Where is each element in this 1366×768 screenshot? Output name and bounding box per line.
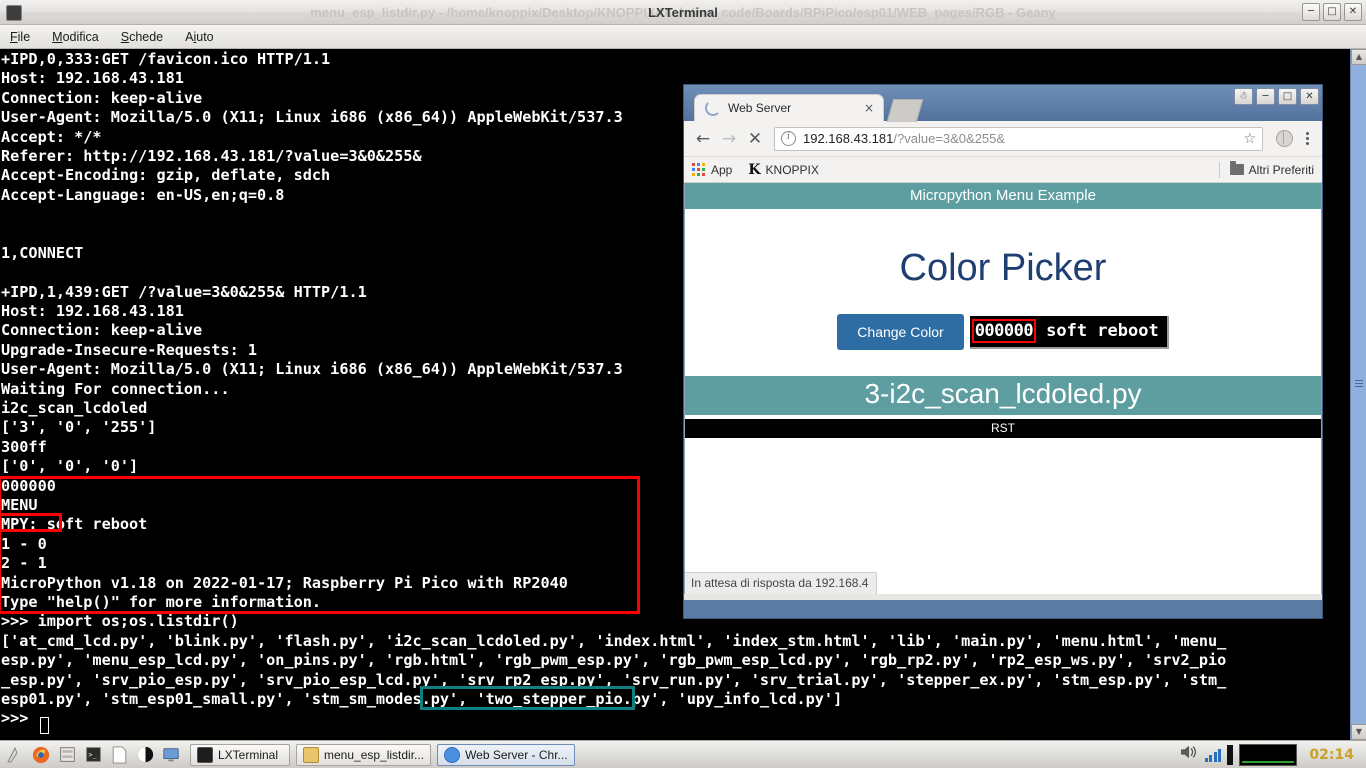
editor-icon[interactable] <box>106 743 132 767</box>
maximize-icon[interactable]: □ <box>1278 88 1297 105</box>
tray-separator <box>1227 744 1234 765</box>
menu-item-file[interactable]: File <box>10 30 30 44</box>
browser-tab[interactable]: Web Server × <box>694 94 884 121</box>
change-color-button[interactable]: Change Color <box>837 314 964 350</box>
tab-close-icon[interactable]: × <box>861 101 877 115</box>
close-icon[interactable]: ✕ <box>1344 3 1362 21</box>
chrome-menu-icon[interactable] <box>1300 132 1314 145</box>
bookmarks-right-group: Altri Preferiti <box>1218 161 1314 178</box>
terminal-cursor <box>40 717 49 734</box>
terminal-icon <box>197 746 213 763</box>
chrome-browser-window: Web Server × ☃ ─ □ ✕ ← → ✕ i 192.168.43.… <box>683 84 1323 619</box>
page-rst-bar: RST <box>685 419 1321 438</box>
bookmark-apps[interactable]: App <box>692 163 732 177</box>
knoppix-logo-icon: K <box>748 161 761 178</box>
unknown-app-icon[interactable] <box>132 743 158 767</box>
cpu-graph-icon[interactable] <box>1239 743 1298 766</box>
page-heading: Color Picker <box>899 247 1107 289</box>
menu-item-aiuto[interactable]: Aiuto <box>185 30 214 44</box>
terminal-line: esp01.py', 'stm_esp01_small.py', 'stm_sm… <box>1 689 843 708</box>
page-controls-row: Change Color 000000 soft reboot <box>685 314 1321 350</box>
terminal-menubar: File Modifica Schede Aiuto <box>0 25 1366 49</box>
taskbar-window-label: LXTerminal <box>218 747 279 762</box>
scrollbar-grip <box>1355 380 1363 387</box>
terminal-line: _esp.py', 'srv_pio_esp.py', 'srv_pio_esp… <box>1 670 1227 689</box>
bookmark-knoppix-label: KNOPPIX <box>765 162 819 177</box>
taskbar-window-label: Web Server - Chr... <box>465 747 568 762</box>
terminal-paste-overlay: 000000 soft reboot <box>969 315 1169 349</box>
page-info-icon[interactable]: i <box>781 131 796 146</box>
terminal-window-title: LXTerminal <box>648 5 718 20</box>
show-desktop-icon[interactable] <box>2 743 28 767</box>
maximize-icon[interactable]: □ <box>1323 3 1341 21</box>
taskbar-window-chrome[interactable]: Web Server - Chr... <box>437 743 575 766</box>
extension-globe-icon[interactable] <box>1276 130 1293 147</box>
overlay-text: soft reboot <box>1046 320 1159 341</box>
clock[interactable]: 02:14 <box>1303 747 1360 763</box>
page-viewport: Micropython Menu Example Color Picker Ch… <box>684 183 1322 594</box>
terminal-line: +IPD,0,333:GET /favicon.ico HTTP/1.1 <box>1 50 331 68</box>
terminal-titlebar: menu_esp_listdir.py - /home/knoppix/Desk… <box>0 0 1366 25</box>
bookmark-star-icon[interactable]: ☆ <box>1243 131 1256 147</box>
page-banner-title: Micropython Menu Example <box>685 183 1321 209</box>
menu-item-modifica[interactable]: Modifica <box>52 30 99 44</box>
status-bubble: In attesa di risposta da 192.168.4 <box>685 572 878 594</box>
stop-icon[interactable]: ✕ <box>742 126 768 152</box>
minimize-icon[interactable]: ─ <box>1302 3 1320 21</box>
folder-icon <box>1229 161 1244 175</box>
profile-icon[interactable]: ☃ <box>1234 88 1253 105</box>
new-tab-button[interactable] <box>886 99 924 122</box>
bookmarks-separator <box>1218 161 1220 178</box>
overlay-boxed-value: 000000 <box>971 318 1037 343</box>
minimize-icon[interactable]: ─ <box>1256 88 1275 105</box>
display-icon[interactable] <box>158 743 184 767</box>
scroll-up-icon[interactable]: ▲ <box>1351 49 1366 65</box>
file-manager-icon[interactable] <box>54 743 80 767</box>
bookmark-apps-label: App <box>711 162 733 177</box>
chrome-window-bottom <box>684 594 1322 600</box>
chrome-toolbar: ← → ✕ i 192.168.43.181/?value=3&0&255& ☆ <box>684 121 1322 157</box>
svg-text:>_: >_ <box>88 751 97 759</box>
terminal-scrollbar[interactable]: ▲ ▼ <box>1350 49 1366 740</box>
network-icon[interactable] <box>1204 748 1222 762</box>
scroll-down-icon[interactable]: ▼ <box>1351 724 1366 740</box>
taskbar-window-label: menu_esp_listdir... <box>324 747 425 762</box>
tab-title: Web Server <box>728 101 792 115</box>
system-tray: 02:14 <box>1179 743 1364 766</box>
url-host: 192.168.43.181 <box>803 131 894 146</box>
volume-icon[interactable] <box>1179 744 1199 765</box>
chrome-titlebar: Web Server × ☃ ─ □ ✕ <box>684 85 1322 122</box>
terminal-line: esp.py', 'menu_esp_lcd.py', 'on_pins.py'… <box>1 651 1227 670</box>
page-selected-file-banner: 3-i2c_scan_lcdoled.py <box>685 376 1321 415</box>
back-icon[interactable]: ← <box>690 126 716 152</box>
terminal-line: >>> <box>1 709 38 728</box>
address-bar[interactable]: i 192.168.43.181/?value=3&0&255& ☆ <box>774 126 1263 151</box>
terminal-icon[interactable]: >_ <box>80 743 106 767</box>
chrome-icon <box>444 746 461 763</box>
terminal-window-controls: ─ □ ✕ <box>1302 3 1362 21</box>
bookmark-knoppix[interactable]: K KNOPPIX <box>748 162 819 178</box>
geany-icon <box>303 746 319 763</box>
forward-icon[interactable]: → <box>716 126 742 152</box>
close-icon[interactable]: ✕ <box>1300 88 1319 105</box>
taskbar-window-geany[interactable]: menu_esp_listdir... <box>296 743 432 766</box>
tab-loading-spinner-icon <box>705 100 721 116</box>
url-path: /?value=3&0&255& <box>893 131 1006 146</box>
taskbar: >_ LXTerminal menu_esp_listdir... Web Se… <box>0 740 1366 768</box>
menu-item-schede[interactable]: Schede <box>121 30 163 44</box>
firefox-icon[interactable] <box>28 743 54 767</box>
terminal-line: ['at_cmd_lcd.py', 'blink.py', 'flash.py'… <box>1 631 1227 650</box>
apps-grid-icon <box>692 163 705 176</box>
bookmarks-bar: App K KNOPPIX Altri Preferiti <box>684 157 1322 183</box>
chrome-window-controls: ☃ ─ □ ✕ <box>1234 88 1319 105</box>
bookmark-other-label[interactable]: Altri Preferiti <box>1249 163 1314 177</box>
taskbar-window-lxterminal[interactable]: LXTerminal <box>190 743 290 766</box>
